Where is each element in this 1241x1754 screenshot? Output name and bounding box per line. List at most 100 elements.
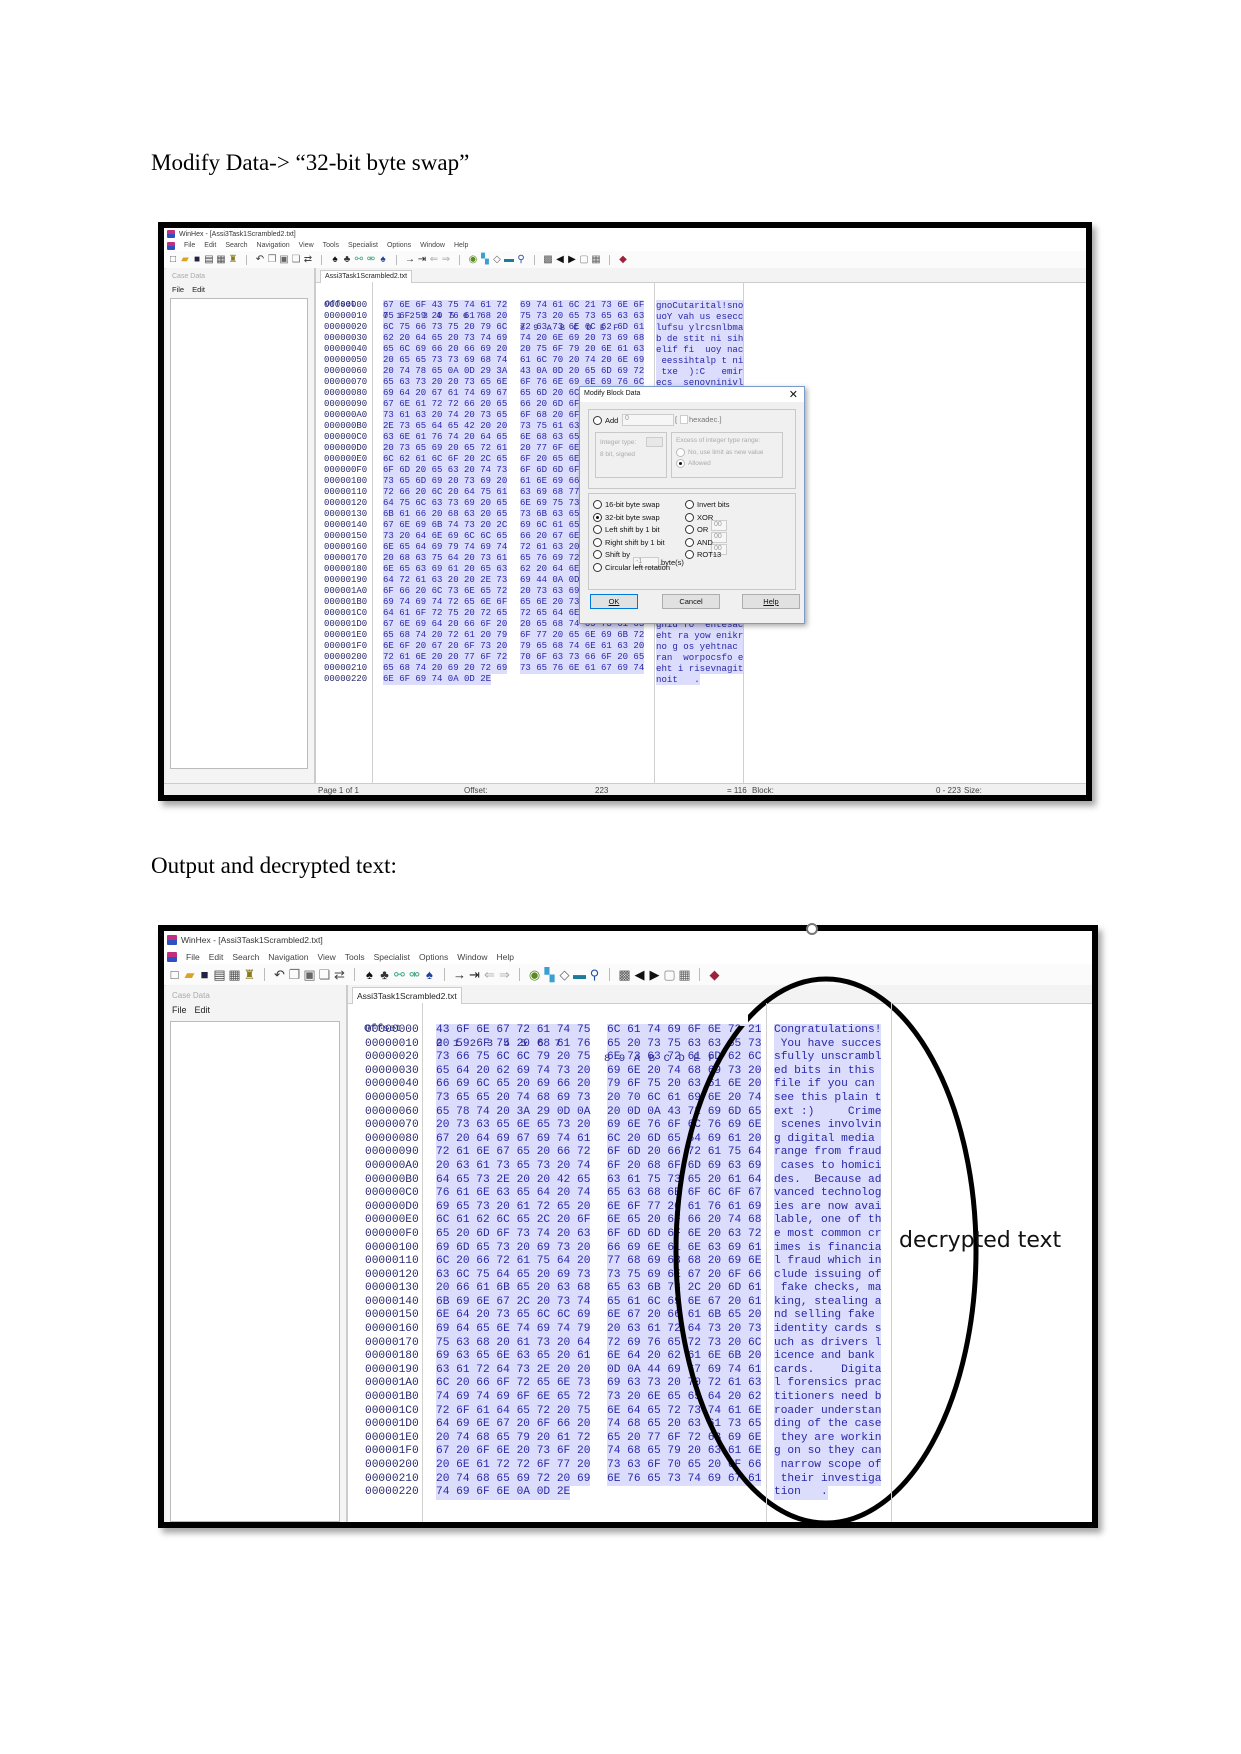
hex-bytes-0-7[interactable]: 72 6F 61 64 65 72 20 75 (436, 1404, 591, 1419)
hex-bytes-0-7[interactable]: 6F 66 20 6C 73 6E 65 72 (383, 586, 508, 597)
case-tree[interactable] (170, 1021, 340, 1522)
hex-bytes-8-f[interactable]: 72 69 76 65 72 73 20 6C (607, 1336, 762, 1351)
ascii-cell[interactable]: txe ):C emir (656, 366, 744, 377)
goto-offset-icon[interactable]: → (404, 254, 416, 265)
hex-bytes-8-f[interactable]: 6E 76 65 73 74 69 67 61 (607, 1472, 762, 1487)
radio-circle[interactable] (685, 537, 694, 547)
replace-text-icon[interactable]: ⚯ (353, 254, 365, 265)
hex-bytes-0-7[interactable]: 73 65 65 20 74 68 69 73 (436, 1091, 591, 1106)
hex-bytes-8-f[interactable]: 6F 20 68 6F 6D 69 63 69 (607, 1159, 762, 1174)
ok-button[interactable]: OK (590, 594, 638, 609)
hex-bytes-0-7[interactable]: 6E 6F 69 74 0A 0D 2E (383, 674, 492, 685)
hex-bytes-0-7[interactable]: 69 74 69 74 72 65 6E 6F (383, 597, 508, 608)
ascii-cell[interactable]: king, stealing a (774, 1295, 882, 1310)
hex-bytes-0-7[interactable]: 20 65 65 73 73 69 68 74 (383, 355, 508, 366)
tools-icon[interactable]: ▩ (617, 967, 632, 983)
replace-text-icon[interactable]: ⚯ (392, 967, 407, 983)
hex-bytes-0-7[interactable]: 65 78 74 20 3A 29 0D 0A (436, 1105, 591, 1120)
offset-cell[interactable]: 000001C0 (365, 1405, 419, 1419)
ascii-cell[interactable]: Congratulations! (774, 1024, 882, 1038)
offset-cell[interactable]: 00000180 (324, 564, 367, 575)
radio-circle[interactable] (685, 525, 694, 534)
open-ram-icon[interactable]: ▚ (542, 967, 557, 983)
hex-bytes-0-7[interactable]: 65 20 6D 6F 73 74 20 63 (436, 1227, 591, 1242)
copy-icon[interactable]: ❐ (266, 254, 278, 265)
ascii-cell[interactable]: uch as drivers l (774, 1336, 882, 1351)
forward-icon[interactable]: ⇒ (440, 254, 452, 265)
hex-bytes-8-f[interactable]: 65 61 6C 69 6E 67 20 61 (607, 1295, 762, 1310)
radio-rot13[interactable]: ROT13 (685, 550, 721, 559)
hex-bytes-0-7[interactable]: 65 63 73 20 20 73 65 6E (383, 377, 508, 388)
ascii-cell[interactable]: eht i risevnagit (656, 663, 744, 674)
hex-bytes-0-7[interactable]: 63 6C 75 64 65 20 69 73 (436, 1268, 591, 1283)
menu-item-view[interactable]: View (299, 242, 314, 249)
hex-bytes-0-7[interactable]: 69 64 20 67 61 74 69 67 (383, 388, 508, 399)
hex-bytes-0-7[interactable]: 65 68 74 20 69 20 72 69 (383, 663, 508, 674)
offset-cell[interactable]: 00000070 (324, 377, 367, 388)
ascii-cell[interactable]: e most common cr (774, 1227, 882, 1242)
offset-cell[interactable]: 00000100 (365, 1242, 419, 1256)
radio-excess-no[interactable]: No, use limit as new value (676, 448, 764, 457)
add-value-input[interactable]: 0 (622, 414, 674, 426)
search-view-icon[interactable]: ⚲ (587, 967, 602, 983)
offset-cell[interactable]: 00000090 (324, 399, 367, 410)
ascii-cell[interactable]: ding of the case (774, 1418, 882, 1432)
open-disk-icon[interactable]: ◉ (467, 254, 479, 265)
menu-item-specialist[interactable]: Specialist (374, 952, 410, 962)
hex-bytes-0-7[interactable]: 64 69 6E 67 20 6F 66 20 (436, 1418, 591, 1432)
menu-item-edit[interactable]: Edit (209, 952, 224, 962)
ascii-cell[interactable]: cards. Digita (774, 1363, 882, 1378)
hex-bytes-0-7[interactable]: 65 6C 69 66 20 66 69 20 (383, 344, 508, 355)
properties-icon[interactable]: ▦ (215, 254, 227, 265)
ascii-cell[interactable]: gnoCutarital!sno (656, 300, 744, 311)
menu-item-help[interactable]: Help (454, 242, 468, 249)
search-view-icon[interactable]: ⚲ (515, 254, 527, 265)
save-icon[interactable]: ■ (197, 967, 212, 982)
ascii-cell[interactable]: fake checks, ma (774, 1282, 882, 1296)
hex-bytes-0-7[interactable]: 65 64 20 62 69 74 73 20 (436, 1064, 591, 1079)
menu-item-file[interactable]: File (186, 952, 200, 962)
hex-bytes-0-7[interactable]: 6E 65 63 69 61 20 65 63 (383, 564, 508, 575)
hex-bytes-0-7[interactable]: 6E 64 20 73 65 6C 6C 69 (436, 1309, 591, 1324)
hex-bytes-0-7[interactable]: 43 6F 6E 67 72 61 74 75 (436, 1024, 591, 1038)
find-hex-icon[interactable]: ♣ (377, 967, 392, 982)
radio-excess-no-circle[interactable] (676, 448, 685, 457)
offset-cell[interactable]: 000001F0 (324, 641, 367, 652)
snapshot-icon[interactable]: ▢ (578, 254, 590, 265)
offset-cell[interactable]: 00000080 (365, 1133, 419, 1147)
hex-bytes-8-f[interactable]: 79 6F 75 20 63 61 6E 20 (607, 1078, 762, 1092)
offset-cell[interactable]: 00000150 (324, 531, 367, 542)
radio-add[interactable]: Add (593, 416, 618, 425)
radio-circle[interactable] (593, 537, 602, 547)
save-icon[interactable]: ■ (191, 254, 203, 265)
hex-bytes-0-7[interactable]: 20 66 61 6B 65 20 63 68 (436, 1282, 591, 1296)
hex-bytes-8-f[interactable]: 20 0D 0A 43 72 69 6D 65 (607, 1105, 762, 1120)
next-icon[interactable]: ▶ (566, 254, 578, 265)
paste-into-icon[interactable]: ❏ (317, 967, 332, 983)
hex-bytes-0-7[interactable]: 6C 20 66 6F 72 65 6E 73 (436, 1377, 591, 1392)
next-icon[interactable]: ▶ (647, 967, 662, 983)
hex-bytes-0-7[interactable]: 6B 61 66 20 68 63 20 65 (383, 509, 508, 520)
radio-circular-left-rotation[interactable]: Circular left rotation (593, 562, 670, 572)
offset-cell[interactable]: 00000140 (324, 520, 367, 531)
paste-into-icon[interactable]: ❏ (290, 254, 302, 265)
offset-cell[interactable]: 00000070 (365, 1119, 419, 1133)
ascii-cell[interactable]: range from fraud (774, 1146, 882, 1160)
hex-bytes-8-f[interactable]: 73 20 6E 65 65 64 20 62 (607, 1391, 762, 1405)
new-file-icon[interactable]: □ (167, 254, 179, 265)
hex-bytes-8-f[interactable]: 20 75 6F 79 20 6E 61 63 (520, 344, 645, 355)
offset-cell[interactable]: 000000D0 (365, 1201, 419, 1215)
ascii-cell[interactable]: elif fi uoy nac (656, 344, 744, 355)
offset-cell[interactable]: 00000140 (365, 1296, 419, 1310)
offset-cell[interactable]: 000001E0 (324, 630, 367, 641)
radio-excess-allowed[interactable]: Allowed (676, 459, 711, 468)
hex-bytes-8-f[interactable]: 73 63 6F 70 65 20 6F 66 (607, 1459, 762, 1473)
hex-bytes-8-f[interactable]: 79 65 68 74 6E 61 63 20 (520, 641, 645, 652)
offset-cell[interactable]: 00000150 (365, 1309, 419, 1323)
case-menu-edit[interactable]: Edit (192, 285, 205, 294)
hex-bytes-8-f[interactable]: 65 20 77 6F 72 6B 69 6E (607, 1431, 762, 1446)
hex-bytes-8-f[interactable]: 74 68 65 79 20 63 61 6E (607, 1445, 762, 1459)
ascii-cell[interactable]: ed bits in this (774, 1064, 882, 1079)
ascii-cell[interactable]: noit . (656, 674, 700, 685)
case-tree[interactable] (170, 298, 308, 769)
